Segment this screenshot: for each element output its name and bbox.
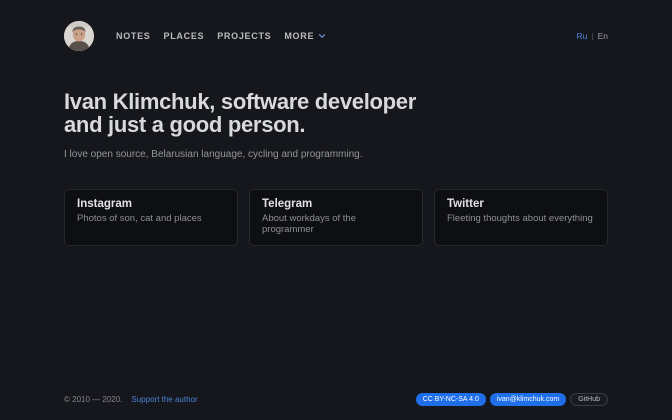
social-cards: Instagram Photos of son, cat and places … <box>64 189 608 246</box>
lang-switch-ru[interactable]: Ru <box>577 31 588 41</box>
nav-item-notes-label: NOTES <box>116 31 151 41</box>
lang-switch-en[interactable]: En <box>598 31 608 41</box>
card-instagram[interactable]: Instagram Photos of son, cat and places <box>64 189 238 246</box>
support-author-link[interactable]: Support the author <box>131 395 197 404</box>
card-title: Twitter <box>447 198 595 210</box>
page-title-line1: Ivan Klimchuk, software developer <box>64 89 416 114</box>
hero-subtitle: I love open source, Belarusian language,… <box>64 149 608 160</box>
nav-item-projects-label: PROJECTS <box>217 31 271 41</box>
nav-item-more[interactable]: MORE <box>284 31 326 41</box>
badge-email[interactable]: ivan@klimchuk.com <box>490 393 566 406</box>
card-telegram[interactable]: Telegram About workdays of the programme… <box>249 189 423 246</box>
card-description: About workdays of the programmer <box>262 213 410 235</box>
copyright-text: © 2010 — 2020. <box>64 395 122 404</box>
card-title: Instagram <box>77 198 225 210</box>
header: NOTES PLACES PROJECTS MORE Ru | En <box>0 0 672 51</box>
avatar-photo <box>64 21 94 51</box>
nav-item-places-label: PLACES <box>164 31 205 41</box>
footer: © 2010 — 2020. Support the author CC BY-… <box>64 393 608 406</box>
nav-item-notes[interactable]: NOTES <box>116 31 151 41</box>
chevron-down-icon <box>318 32 326 40</box>
hero-section: Ivan Klimchuk, software developerand jus… <box>64 90 608 160</box>
language-switcher: Ru | En <box>577 31 609 41</box>
card-twitter[interactable]: Twitter Fleeting thoughts about everythi… <box>434 189 608 246</box>
card-description: Fleeting thoughts about everything <box>447 213 595 224</box>
nav-item-projects[interactable]: PROJECTS <box>217 31 271 41</box>
page-title-line2: and just a good person. <box>64 112 305 137</box>
footer-badges: CC BY-NC-SA 4.0 ivan@klimchuk.com GitHub <box>416 393 608 406</box>
main-nav: NOTES PLACES PROJECTS MORE <box>103 31 326 41</box>
card-title: Telegram <box>262 198 410 210</box>
lang-divider: | <box>591 31 593 41</box>
nav-item-places[interactable]: PLACES <box>164 31 205 41</box>
avatar[interactable] <box>64 21 94 51</box>
page-title: Ivan Klimchuk, software developerand jus… <box>64 90 608 136</box>
nav-item-more-label: MORE <box>284 31 314 41</box>
card-description: Photos of son, cat and places <box>77 213 225 224</box>
badge-license[interactable]: CC BY-NC-SA 4.0 <box>416 393 486 406</box>
badge-github[interactable]: GitHub <box>570 393 608 406</box>
